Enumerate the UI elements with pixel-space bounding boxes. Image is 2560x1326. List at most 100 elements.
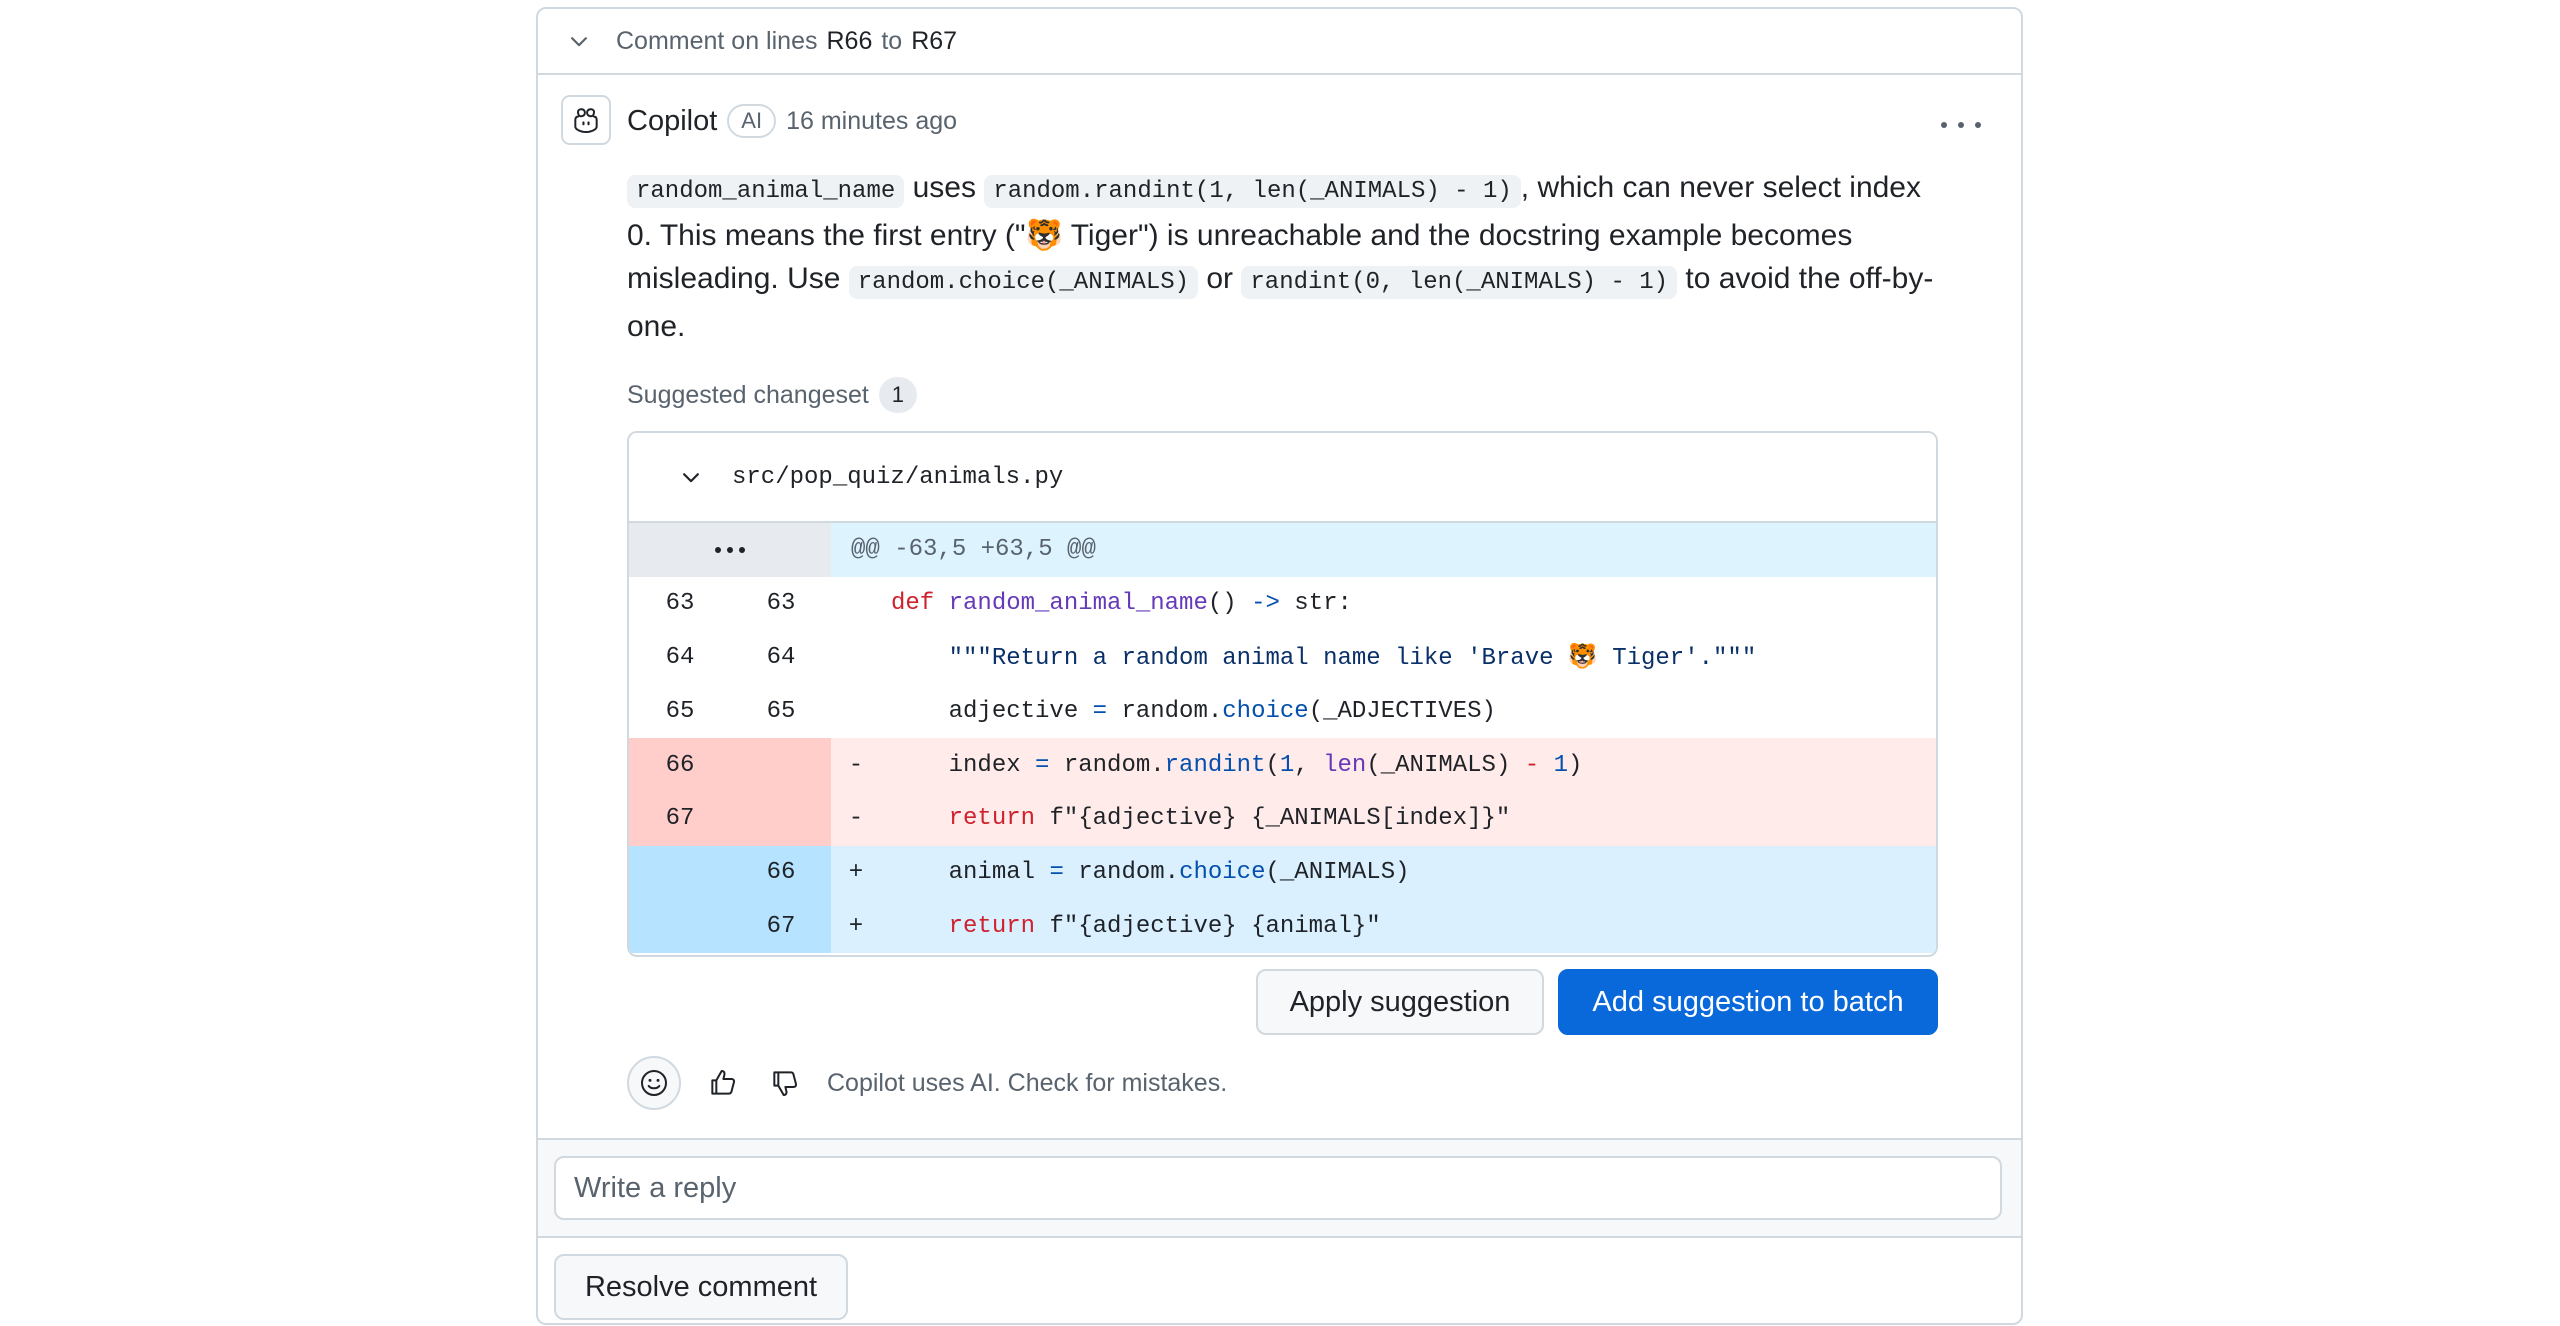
file-path[interactable]: src/pop_quiz/animals.py xyxy=(732,464,1063,491)
code-line: index = random.randint(1, len(_ANIMALS) … xyxy=(871,752,1936,779)
hunk-text: @@ -63,5 +63,5 @@ xyxy=(851,536,1096,564)
add-suggestion-to-batch-button[interactable]: Add suggestion to batch xyxy=(1558,969,1938,1035)
old-line-number[interactable]: 66 xyxy=(629,738,731,792)
code-token: ( xyxy=(1265,751,1280,779)
ai-badge: AI xyxy=(727,104,777,138)
new-line-number[interactable]: 64 xyxy=(731,631,831,685)
old-line-number[interactable] xyxy=(629,899,731,954)
new-line-number[interactable]: 63 xyxy=(731,577,831,631)
old-line-number[interactable]: 65 xyxy=(629,684,731,738)
diff-sign: - xyxy=(848,751,864,779)
smiley-icon[interactable] xyxy=(627,1056,681,1110)
code-line: return f"{adjective} {_ANIMALS[index]}" xyxy=(871,805,1936,832)
more-options-icon[interactable] xyxy=(1941,110,1981,140)
inline-code: randint(0, len(_ANIMALS) - 1) xyxy=(1241,266,1678,299)
thumbs-up-icon[interactable] xyxy=(703,1063,743,1103)
diff-sign: - xyxy=(848,805,864,833)
code-line: return f"{adjective} {animal}" xyxy=(871,913,1936,940)
thread-header-prefix: Comment on lines xyxy=(616,26,818,55)
suggested-changeset-label: Suggested changeset 1 xyxy=(627,377,917,413)
code-token: ) xyxy=(1567,751,1583,779)
code-token: choice xyxy=(1222,697,1309,725)
suggestion-diff: src/pop_quiz/animals.py @@ -63,5 +63,5 @… xyxy=(627,431,1938,957)
code-token: randint xyxy=(1164,751,1266,779)
line-start: R66 xyxy=(826,26,873,55)
new-line-number[interactable]: 66 xyxy=(731,845,831,900)
code-token: (_ANIMALS) xyxy=(1265,859,1410,887)
old-line-number[interactable]: 63 xyxy=(629,577,731,631)
code-token: index xyxy=(891,751,1036,779)
thread-header: Comment on lines R66 to R67 xyxy=(538,9,2021,75)
old-line-number[interactable]: 64 xyxy=(629,631,731,685)
code-token: str: xyxy=(1279,590,1352,618)
deleted-line: 66 - index = random.randint(1, len(_ANIMA… xyxy=(629,738,1936,792)
code-token: = xyxy=(1049,859,1064,887)
copilot-icon xyxy=(574,108,598,134)
code-token: -> xyxy=(1251,590,1280,618)
context-line: 63 63 def random_animal_name() -> str: xyxy=(629,576,1936,631)
context-line: 64 64 """Return a random animal name like… xyxy=(629,630,1936,685)
inline-code: random.choice(_ANIMALS) xyxy=(848,266,1199,299)
code-line: adjective = random.choice(_ADJECTIVES) xyxy=(871,698,1936,725)
code-token: animal xyxy=(891,859,1050,887)
code-token: random. xyxy=(1063,859,1180,887)
code-token: 1 xyxy=(1553,751,1568,779)
body-text-segment: or xyxy=(1198,262,1242,295)
reply-input[interactable] xyxy=(554,1156,2002,1220)
hunk-header: @@ -63,5 +63,5 @@ xyxy=(629,523,1936,577)
code-token: - xyxy=(1524,751,1540,779)
new-line-number[interactable]: 67 xyxy=(731,899,831,954)
old-line-number[interactable] xyxy=(629,845,731,900)
code-token: len xyxy=(1323,751,1367,779)
comment-meta: Copilot AI 16 minutes ago xyxy=(627,101,957,141)
code-token: = xyxy=(1092,697,1108,725)
code-token: 1 xyxy=(1279,751,1295,779)
chevron-down-icon[interactable] xyxy=(676,462,706,492)
inline-code: random.randint(1, len(_ANIMALS) - 1) xyxy=(984,175,1521,208)
old-line-number[interactable]: 67 xyxy=(629,791,731,846)
code-token: (_ADJECTIVES) xyxy=(1308,697,1496,725)
diff-file-header: src/pop_quiz/animals.py xyxy=(629,433,1936,523)
diff-sign: + xyxy=(848,912,864,940)
line-end: R67 xyxy=(911,26,958,55)
new-line-number[interactable]: 65 xyxy=(731,684,831,738)
code-token: def xyxy=(891,590,949,618)
code-token: = xyxy=(1035,751,1050,779)
thread-header-to: to xyxy=(881,26,903,55)
expand-lines-icon[interactable] xyxy=(629,523,831,577)
chevron-down-icon[interactable] xyxy=(564,26,594,56)
author-name[interactable]: Copilot xyxy=(627,105,717,138)
review-thread: Comment on lines R66 to R67 Copilot AI 1… xyxy=(536,7,2023,1325)
deleted-line: 67 - return f"{adjective} {_ANIMALS[index… xyxy=(629,791,1936,846)
code-token: adjective xyxy=(891,697,1093,725)
reactions-bar: Copilot uses AI. Check for mistakes. xyxy=(627,1054,1227,1112)
body-text-segment: uses xyxy=(904,171,985,204)
suggested-changeset-text: Suggested changeset xyxy=(627,380,869,409)
context-line: 65 65 adjective = random.choice(_ADJECTIV… xyxy=(629,684,1936,739)
code-token: return xyxy=(891,805,1050,833)
copilot-avatar[interactable] xyxy=(561,95,611,145)
new-line-number[interactable] xyxy=(731,791,831,846)
thumbs-down-icon[interactable] xyxy=(765,1063,805,1103)
code-token: return xyxy=(891,912,1050,940)
code-token: random. xyxy=(1049,751,1165,779)
code-line: def random_animal_name() -> str: xyxy=(871,590,1936,617)
code-token: random_animal_name xyxy=(948,590,1208,618)
new-line-number[interactable] xyxy=(731,738,831,792)
resolve-comment-button[interactable]: Resolve comment xyxy=(554,1254,848,1320)
apply-suggestion-button[interactable]: Apply suggestion xyxy=(1256,969,1544,1035)
ai-disclaimer: Copilot uses AI. Check for mistakes. xyxy=(827,1068,1228,1097)
code-token: , xyxy=(1294,751,1324,779)
inline-code: random_animal_name xyxy=(627,175,905,208)
changeset-counter: 1 xyxy=(878,377,917,413)
timestamp[interactable]: 16 minutes ago xyxy=(786,107,957,136)
code-token: (_ANIMALS) xyxy=(1366,751,1525,779)
added-line: 67 + return f"{adjective} {animal}" xyxy=(629,899,1936,954)
added-line: 66 + animal = random.choice(_ANIMALS) xyxy=(629,845,1936,900)
code-token: () xyxy=(1207,590,1252,618)
diff-lines: 63 63 def random_animal_name() -> str: 64 64… xyxy=(629,576,1936,954)
code-token: choice xyxy=(1179,859,1266,887)
comment-body: random_animal_name uses random.randint(1… xyxy=(627,166,1937,348)
code-token: """Return a random animal name like 'Bra… xyxy=(891,645,1757,673)
